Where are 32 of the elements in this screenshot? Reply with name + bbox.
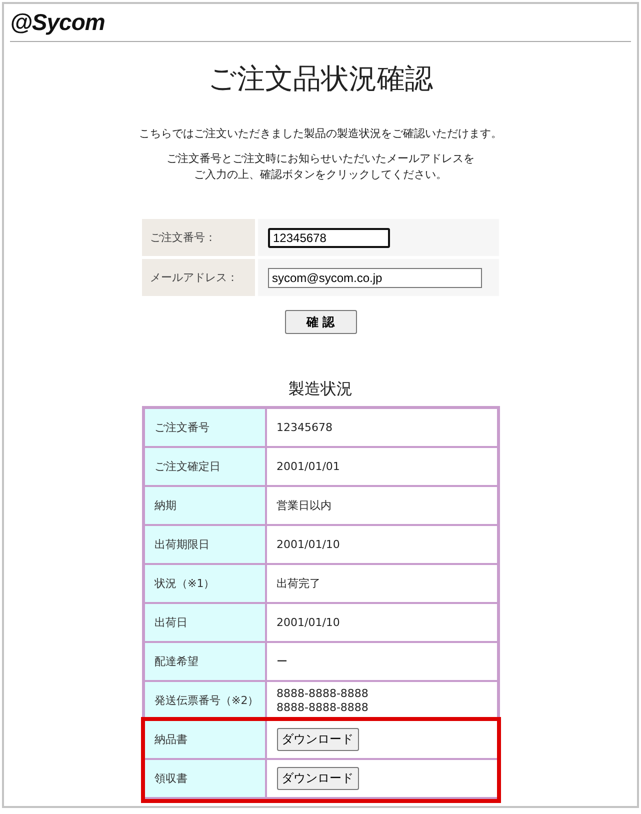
row-value: 2001/01/01 [276, 460, 341, 474]
field-label: メールアドレス： [142, 259, 255, 296]
row-value: 12345678 [276, 420, 334, 434]
intro-text: ご入力の上、確認ボタンをクリックしてください。 [193, 167, 448, 183]
intro-text: ご注文番号とご注文時にお知らせいただいたメールアドレスを [166, 151, 476, 167]
section-title: 製造状況 [288, 379, 354, 400]
row-label: 配達希望 [144, 643, 266, 680]
row-label: 状況（※1） [144, 565, 266, 602]
row-label: 出荷日 [144, 604, 266, 641]
row-value: 2001/01/10 [276, 616, 341, 630]
row-value: 8888-8888-8888 [276, 700, 370, 714]
row-label: 領収書 [144, 760, 266, 797]
confirm-button[interactable]: 確 認 [284, 310, 356, 334]
row-label: 発送伝票番号（※2） [144, 682, 266, 719]
logo: @Sycom [10, 9, 105, 36]
input-field[interactable]: sycom@sycom.co.jp [268, 268, 482, 288]
download-button[interactable]: ダウンロード [276, 767, 358, 790]
row-value: ー [276, 654, 288, 668]
row-label: ご注文番号 [144, 409, 266, 446]
row-label: 出荷期限日 [144, 526, 266, 563]
intro-text: こちらではご注文いただきました製品の製造状況をご確認いただけます。 [138, 126, 503, 142]
row-value: 出荷完了 [276, 576, 322, 590]
page-title: ご注文品状況確認 [207, 61, 434, 97]
field-label: ご注文番号： [142, 219, 255, 256]
row-label: ご注文確定日 [144, 448, 266, 485]
row-value: 8888-8888-8888 [276, 686, 370, 700]
row-value: 営業日以内 [276, 498, 332, 512]
row-label: 納期 [144, 487, 266, 524]
download-button[interactable]: ダウンロード [276, 728, 358, 751]
row-value: 2001/01/10 [276, 538, 341, 552]
row-label: 納品書 [144, 721, 266, 758]
input-field[interactable]: 12345678 [268, 228, 390, 248]
